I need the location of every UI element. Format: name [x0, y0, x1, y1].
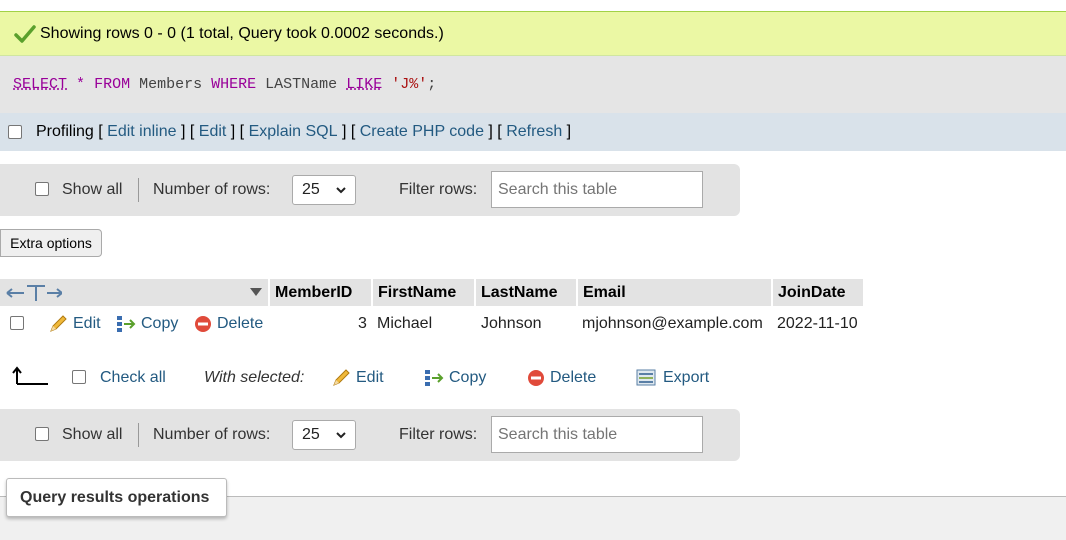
sql-table-name: Members	[139, 76, 203, 93]
pencil-icon	[50, 315, 67, 332]
chevron-down-icon	[336, 432, 346, 439]
cell-email[interactable]: mjohnson@example.com	[582, 315, 763, 333]
profiling-checkbox[interactable]	[8, 125, 22, 139]
bulk-delete-button[interactable]: Delete	[527, 369, 596, 387]
row-select-checkbox[interactable]	[10, 316, 24, 330]
cell-joindate[interactable]: 2022-11-10	[777, 315, 858, 333]
row-copy-button[interactable]: Copy	[116, 315, 178, 333]
column-resize-arrows-icon[interactable]	[4, 283, 62, 303]
edit-inline-link[interactable]: Edit inline	[107, 123, 176, 141]
sql-keyword-select[interactable]: SELECT	[13, 76, 67, 93]
filter-rows-label: Filter rows:	[399, 181, 478, 198]
table-row: Edit Copy Delete 3 Michael Johnson mjohn…	[0, 307, 870, 339]
extra-options-button[interactable]: Extra options	[0, 229, 102, 257]
show-all-checkbox[interactable]	[35, 182, 49, 196]
profiling-label: Profiling	[36, 123, 94, 140]
check-all-checkbox[interactable]	[72, 370, 86, 384]
sort-dropdown-icon[interactable]	[249, 287, 263, 297]
sql-column-name: LASTName	[265, 76, 338, 93]
sql-query-box: SELECT * FROM Members WHERE LASTName LIK…	[0, 56, 1066, 113]
number-of-rows-select[interactable]: 25	[292, 420, 356, 450]
filter-rows-input[interactable]	[491, 171, 703, 208]
number-of-rows-label: Number of rows:	[153, 426, 271, 443]
column-header-lastname[interactable]: LastName	[476, 279, 576, 306]
column-header-memberid[interactable]: MemberID	[270, 279, 371, 306]
cell-memberid[interactable]: 3	[358, 315, 367, 333]
column-header-email[interactable]: Email	[578, 279, 771, 306]
copy-icon	[425, 370, 444, 386]
row-delete-button[interactable]: Delete	[194, 315, 263, 333]
create-php-code-link[interactable]: Create PHP code	[360, 123, 484, 141]
sql-keyword-where: WHERE	[211, 76, 257, 93]
edit-link[interactable]: Edit	[199, 123, 227, 141]
row-edit-button[interactable]: Edit	[48, 315, 101, 333]
profiling-bar: Profiling [ Edit inline ] [ Edit ] [ Exp…	[0, 113, 1066, 151]
show-all-label[interactable]: Show all	[62, 181, 122, 199]
cell-lastname[interactable]: Johnson	[481, 315, 542, 333]
table-navigation-bottom: Show all Number of rows: 25 Filter rows:	[0, 409, 740, 461]
check-all-link[interactable]: Check all	[100, 369, 166, 387]
column-header-firstname[interactable]: FirstName	[373, 279, 474, 306]
delete-icon	[195, 316, 211, 332]
arrow-up-left-icon	[12, 366, 48, 385]
number-of-rows-label: Number of rows:	[153, 181, 271, 198]
number-of-rows-select[interactable]: 25	[292, 175, 356, 205]
bulk-copy-button[interactable]: Copy	[424, 369, 486, 387]
results-table-header: MemberID FirstName LastName Email JoinDa…	[0, 279, 865, 306]
sql-keyword-like[interactable]: LIKE	[346, 76, 382, 93]
cell-firstname[interactable]: Michael	[377, 315, 432, 333]
chevron-down-icon	[336, 187, 346, 194]
show-all-label[interactable]: Show all	[62, 426, 122, 444]
phpmyadmin-results-view: Showing rows 0 - 0 (1 total, Query took …	[0, 0, 1066, 540]
export-icon	[636, 369, 656, 386]
query-results-operations-tab[interactable]: Query results operations	[6, 478, 227, 517]
table-navigation-top: Show all Number of rows: 25 Filter rows:	[0, 164, 740, 216]
success-message: Showing rows 0 - 0 (1 total, Query took …	[0, 11, 1066, 56]
refresh-link[interactable]: Refresh	[506, 123, 562, 141]
pencil-icon	[333, 369, 350, 386]
sql-keyword-from: FROM	[94, 76, 131, 93]
with-selected-bar: Check all With selected: Edit Copy Delet…	[0, 360, 760, 396]
delete-icon	[528, 370, 544, 386]
sql-semicolon: ;	[427, 76, 437, 93]
bulk-edit-button[interactable]: Edit	[331, 369, 384, 387]
divider	[138, 423, 139, 447]
copy-icon	[117, 316, 136, 332]
sql-star: *	[76, 76, 86, 93]
checkmark-icon	[14, 24, 36, 43]
column-header-joindate[interactable]: JoinDate	[773, 279, 863, 306]
with-selected-label: With selected:	[204, 369, 305, 386]
explain-sql-link[interactable]: Explain SQL	[249, 123, 338, 141]
success-message-text: Showing rows 0 - 0 (1 total, Query took …	[40, 24, 444, 42]
show-all-checkbox[interactable]	[35, 427, 49, 441]
filter-rows-input[interactable]	[491, 416, 703, 453]
filter-rows-label: Filter rows:	[399, 426, 478, 443]
divider	[138, 178, 139, 202]
sql-string-pattern: 'J%'	[391, 76, 428, 93]
bulk-export-button[interactable]: Export	[636, 369, 709, 387]
actions-header	[0, 279, 268, 306]
